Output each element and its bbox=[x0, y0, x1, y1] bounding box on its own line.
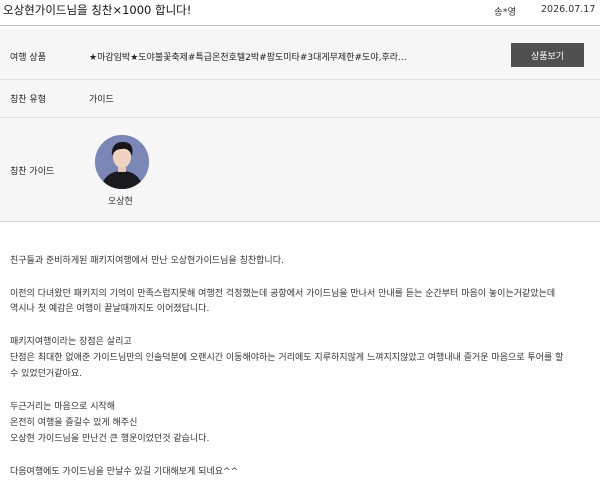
content-line: 역시나 첫 예감은 여행이 끝날때까지도 이어졌답니다. bbox=[10, 304, 210, 314]
view-product-button[interactable]: 상품보기 bbox=[511, 43, 584, 67]
post-date: 2026.07.17 bbox=[541, 4, 596, 15]
info-panel: 여행 상품 ★마감임박★도야불꽃축제#특급온천호텔2박#팜도미타#3대게무제한#… bbox=[0, 28, 600, 222]
content-line: 오상현 가이드님을 만난건 큰 행운이었던것 같습니다. bbox=[10, 434, 210, 444]
praise-guide-label: 칭찬 가이드 bbox=[10, 167, 55, 177]
content-line: 친구들과 준비하게된 패키지여행에서 만난 오상현가이드님을 칭찬합니다. bbox=[10, 256, 284, 266]
content-line: 온전히 여행을 즐길수 있게 해주신 bbox=[10, 418, 138, 428]
guide-avatar bbox=[95, 135, 149, 189]
guide-portrait-icon bbox=[95, 135, 149, 189]
content-line: 이전의 다녀왔던 패키지의 기억이 만족스럽지못해 여행전 걱정했는데 공항에서… bbox=[10, 289, 556, 299]
row-divider bbox=[0, 79, 600, 80]
praise-type-value: 가이드 bbox=[89, 95, 114, 105]
content-line: 패키지여행이라는 장점은 살리고 bbox=[10, 337, 132, 347]
content-line: 다음여행에도 가이드님을 만날수 있길 기대해보게 되네요^^ bbox=[10, 467, 239, 477]
post-title: 오상현가이드님을 칭찬×1000 합니다! bbox=[3, 3, 192, 17]
content-line: 수 있었던거같아요. bbox=[10, 369, 82, 379]
product-value[interactable]: ★마감임박★도야불꽃축제#특급온천호텔2박#팜도미타#3대게무제한#도야,후라.… bbox=[89, 50, 419, 63]
post-header: 오상현가이드님을 칭찬×1000 합니다! 송*영 2026.07.17 bbox=[0, 0, 600, 26]
guide-name: 오상현 bbox=[108, 197, 133, 207]
content-line: 두근거리는 마음으로 시작해 bbox=[10, 402, 116, 412]
praise-type-label: 칭찬 유형 bbox=[10, 95, 46, 105]
row-divider bbox=[0, 117, 600, 118]
content-line: 단점은 최대한 없애준 가이드님만의 인솔덕분에 오랜시간 이동해야하는 거리에… bbox=[10, 353, 564, 363]
product-label: 여행 상품 bbox=[10, 53, 46, 63]
post-author: 송*영 bbox=[494, 7, 517, 18]
